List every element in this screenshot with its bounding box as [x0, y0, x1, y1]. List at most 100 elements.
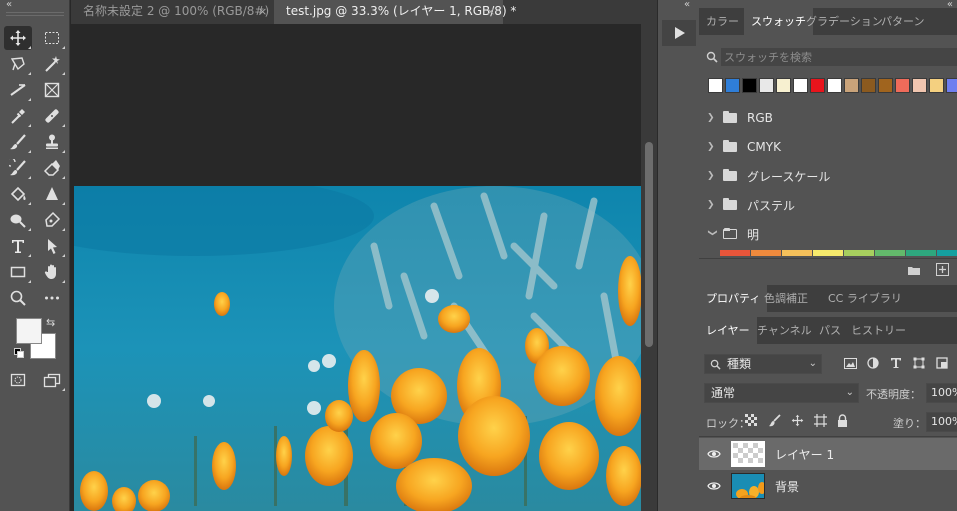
- swatch-group-grayscale[interactable]: ❯ グレースケール: [699, 163, 957, 189]
- swatch-color[interactable]: [861, 78, 876, 93]
- tab-layers[interactable]: レイヤー: [699, 317, 757, 344]
- swatch-group-cmyk[interactable]: ❯ CMYK: [699, 134, 957, 160]
- lock-transparency-icon[interactable]: [743, 412, 759, 428]
- tab-adjustments[interactable]: 色調補正: [757, 285, 815, 312]
- tab-patterns[interactable]: パターン: [874, 8, 931, 35]
- move-tool-icon[interactable]: [4, 26, 32, 50]
- swatch-color[interactable]: [810, 78, 825, 93]
- bright-swatch-strip[interactable]: [720, 250, 957, 256]
- toolbar-grip[interactable]: [6, 12, 64, 16]
- swatch-color[interactable]: [875, 250, 905, 256]
- swatch-color[interactable]: [725, 78, 740, 93]
- swatch-color[interactable]: [751, 250, 781, 256]
- lock-pixels-icon[interactable]: [766, 412, 782, 428]
- expand-dock-icon[interactable]: «: [684, 0, 690, 10]
- swatch-color[interactable]: [844, 78, 859, 93]
- lock-position-icon[interactable]: [789, 412, 805, 428]
- healing-brush-tool-icon[interactable]: [38, 104, 66, 128]
- swatch-color[interactable]: [759, 78, 774, 93]
- rectangle-tool-icon[interactable]: [4, 260, 32, 284]
- swatch-color[interactable]: [720, 250, 750, 256]
- sharpen-tool-icon[interactable]: [38, 182, 66, 206]
- swatch-color[interactable]: [793, 78, 808, 93]
- opacity-field[interactable]: 100%: [926, 383, 957, 403]
- swatch-color[interactable]: [742, 78, 757, 93]
- crop-tool-icon[interactable]: [4, 78, 32, 102]
- layer-name[interactable]: レイヤー 1: [775, 446, 834, 463]
- tab-channels[interactable]: チャンネル: [750, 317, 819, 344]
- tab-test-jpg[interactable]: test.jpg @ 33.3% (レイヤー 1, RGB/8) * ×: [274, 0, 516, 24]
- fill-field[interactable]: 100%: [926, 412, 957, 432]
- pixel-filter-icon[interactable]: [841, 354, 859, 372]
- eye-icon[interactable]: [699, 449, 729, 459]
- default-colors-icon[interactable]: [14, 348, 24, 358]
- actions-play-icon[interactable]: [662, 20, 696, 46]
- lasso-tool-icon[interactable]: [4, 52, 32, 76]
- swatch-color[interactable]: [708, 78, 723, 93]
- lock-all-icon[interactable]: [834, 412, 850, 428]
- more-tools-icon[interactable]: [38, 286, 66, 310]
- swatch-group-bright[interactable]: ❯ 明: [699, 221, 957, 247]
- swatch-group-rgb[interactable]: ❯ RGB: [699, 105, 957, 131]
- swatch-color[interactable]: [813, 250, 843, 256]
- swatch-color[interactable]: [912, 78, 927, 93]
- swatch-color[interactable]: [844, 250, 874, 256]
- swatch-color[interactable]: [827, 78, 842, 93]
- smart-object-filter-icon[interactable]: [933, 354, 951, 372]
- type-tool-icon[interactable]: [4, 234, 32, 258]
- swatch-color[interactable]: [782, 250, 812, 256]
- new-group-icon[interactable]: [907, 264, 921, 276]
- layer-row-background[interactable]: 背景: [699, 470, 957, 502]
- layer-row-layer-1[interactable]: レイヤー 1: [699, 438, 957, 470]
- swatch-color[interactable]: [906, 250, 936, 256]
- zoom-tool-icon[interactable]: [4, 286, 32, 310]
- path-selection-tool-icon[interactable]: [38, 234, 66, 258]
- swatch-search-input[interactable]: [721, 48, 957, 66]
- swatch-color[interactable]: [946, 78, 957, 93]
- dodge-tool-icon[interactable]: [4, 208, 32, 232]
- tab-color[interactable]: カラー: [699, 8, 746, 35]
- paint-bucket-tool-icon[interactable]: [4, 182, 32, 206]
- close-tab-icon[interactable]: ×: [486, 0, 495, 23]
- history-brush-tool-icon[interactable]: [4, 156, 32, 180]
- close-tab-icon[interactable]: ×: [258, 0, 267, 23]
- screen-mode-icon[interactable]: [38, 368, 66, 392]
- clone-stamp-tool-icon[interactable]: [38, 130, 66, 154]
- swatch-color[interactable]: [937, 250, 957, 256]
- document-canvas-area[interactable]: [71, 24, 641, 511]
- layer-filter-select[interactable]: 種類 ⌄: [704, 354, 822, 374]
- quick-mask-icon[interactable]: [4, 368, 32, 392]
- type-filter-icon[interactable]: [887, 354, 905, 372]
- tab-untitled-2[interactable]: 名称未設定 2 @ 100% (RGB/8#) ×: [71, 0, 272, 24]
- lock-artboard-icon[interactable]: [812, 412, 828, 428]
- tab-cc-libraries[interactable]: CC ライブラリ: [821, 285, 909, 312]
- brush-tool-icon[interactable]: [4, 130, 32, 154]
- swatch-color[interactable]: [776, 78, 791, 93]
- swatch-color[interactable]: [929, 78, 944, 93]
- tab-history[interactable]: ヒストリー: [844, 317, 913, 344]
- layer-name[interactable]: 背景: [775, 478, 799, 495]
- marquee-tool-icon[interactable]: [38, 26, 66, 50]
- pen-tool-icon[interactable]: [38, 208, 66, 232]
- eraser-tool-icon[interactable]: [38, 156, 66, 180]
- chevron-right-icon: ❯: [707, 142, 715, 152]
- collapse-toolbar-icon[interactable]: «: [6, 0, 12, 10]
- swatch-color[interactable]: [895, 78, 910, 93]
- swap-colors-icon[interactable]: ⇆: [46, 316, 55, 329]
- tab-paths[interactable]: パス: [812, 317, 848, 344]
- shape-filter-icon[interactable]: [910, 354, 928, 372]
- adjustment-filter-icon[interactable]: [864, 354, 882, 372]
- swatch-color[interactable]: [878, 78, 893, 93]
- eyedropper-tool-icon[interactable]: [4, 104, 32, 128]
- blend-mode-select[interactable]: 通常 ⌄: [704, 383, 859, 403]
- document-image[interactable]: [74, 186, 641, 511]
- foreground-color-swatch[interactable]: [16, 318, 42, 344]
- magic-wand-tool-icon[interactable]: [38, 52, 66, 76]
- swatch-group-pastel[interactable]: ❯ パステル: [699, 192, 957, 218]
- eye-icon[interactable]: [699, 481, 729, 491]
- scrollbar-thumb[interactable]: [645, 142, 653, 347]
- canvas-vertical-scrollbar[interactable]: [641, 24, 657, 511]
- frame-tool-icon[interactable]: [38, 78, 66, 102]
- new-swatch-icon[interactable]: [936, 263, 949, 276]
- hand-tool-icon[interactable]: [38, 260, 66, 284]
